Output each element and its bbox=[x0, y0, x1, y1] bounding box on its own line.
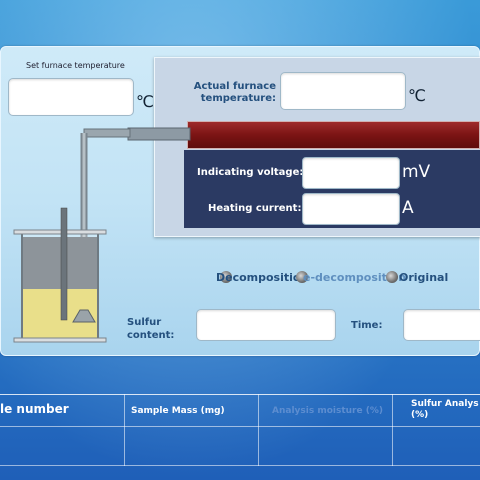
mode-original-label[interactable]: Original bbox=[399, 271, 448, 284]
beaker-icon bbox=[13, 207, 107, 343]
table-top-line bbox=[0, 394, 480, 395]
furnace-tube-icon bbox=[127, 127, 191, 141]
radio-original[interactable] bbox=[386, 271, 398, 283]
table-cell[interactable] bbox=[259, 427, 392, 465]
sulfur-label: Sulfur content: bbox=[127, 317, 175, 341]
table-cell[interactable] bbox=[125, 427, 258, 465]
time-field bbox=[403, 309, 480, 341]
mode-decomposition-label[interactable]: Decomposition bbox=[216, 271, 308, 284]
table-cell[interactable] bbox=[393, 427, 480, 465]
table-cell[interactable] bbox=[0, 427, 124, 465]
th-sulfur-analysis: Sulfur Analys (%) bbox=[411, 399, 479, 420]
table-bottom-line bbox=[0, 465, 480, 466]
time-label: Time: bbox=[351, 320, 383, 331]
sulfur-field bbox=[196, 309, 336, 341]
